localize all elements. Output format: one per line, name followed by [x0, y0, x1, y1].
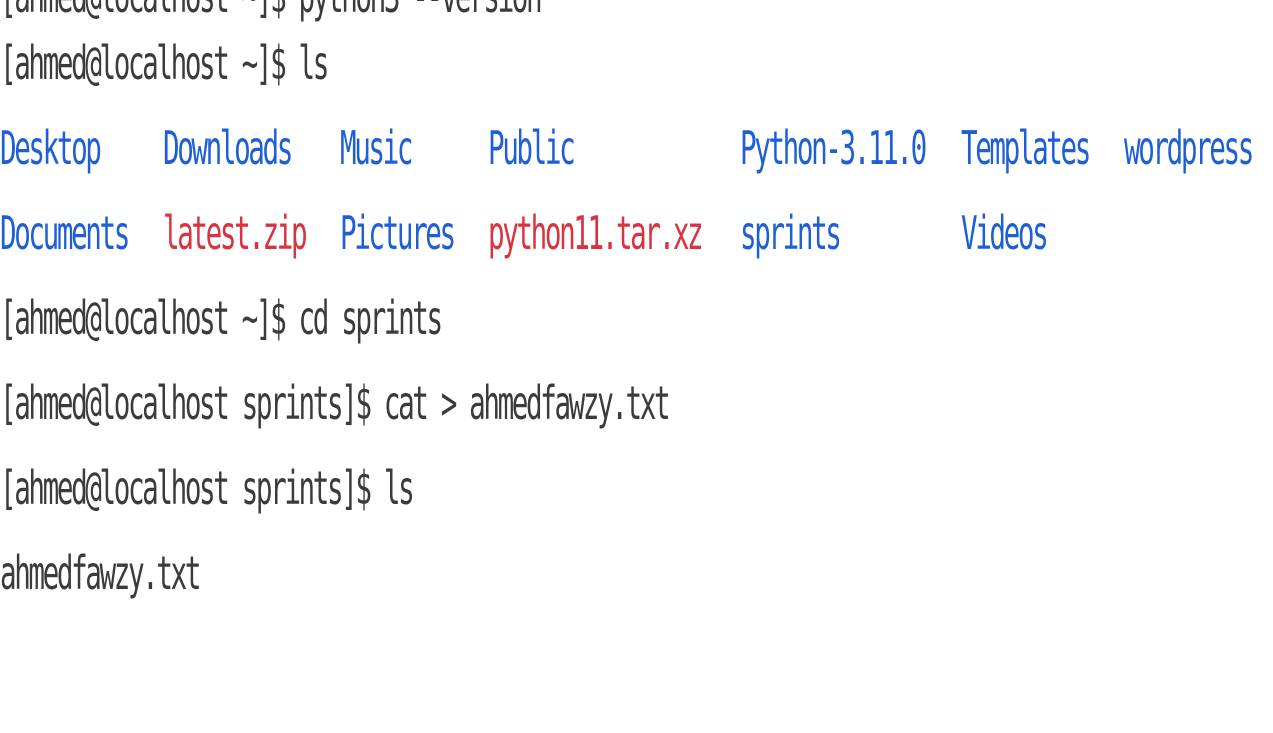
terminal-window[interactable]: [ahmed@localhost ~]$ python3 --version […	[0, 0, 1273, 733]
terminal-command-line: [ahmed@localhost ~]$ cd sprints	[0, 291, 443, 345]
ls-output-row: Documents latest.zip Pictures python11.t…	[0, 203, 1273, 263]
ls-entry-archive: latest.zip	[163, 206, 308, 260]
terminal-command-line: [ahmed@localhost sprints]$ cat > ahmedfa…	[0, 376, 671, 430]
ls-entry-directory: Documents	[0, 206, 130, 260]
ls-entry-directory: Music	[340, 121, 414, 175]
ls-entry-directory: Python-3.11.0	[740, 121, 927, 175]
terminal-output-line: ahmedfawzy.txt	[0, 546, 201, 600]
ls-entry-directory: Pictures	[340, 206, 456, 260]
ls-output-row: Desktop Downloads Music Public Python-3.…	[0, 118, 1273, 178]
terminal-line-partial: [ahmed@localhost ~]$ python3 --version	[0, 0, 543, 26]
ls-entry-directory: wordpress	[1124, 121, 1254, 175]
ls-entry-directory: Templates	[961, 121, 1091, 175]
terminal-command-line: [ahmed@localhost sprints]$ ls	[0, 461, 415, 515]
ls-entry-directory: Public	[488, 121, 576, 175]
ls-entry-directory: Videos	[961, 206, 1049, 260]
ls-entry-archive: python11.tar.xz	[488, 206, 704, 260]
ls-entry-directory: Downloads	[163, 121, 293, 175]
ls-entry-directory: Desktop	[0, 121, 102, 175]
ls-entry-directory: sprints	[740, 206, 842, 260]
terminal-command-line: [ahmed@localhost ~]$ ls	[0, 36, 329, 90]
